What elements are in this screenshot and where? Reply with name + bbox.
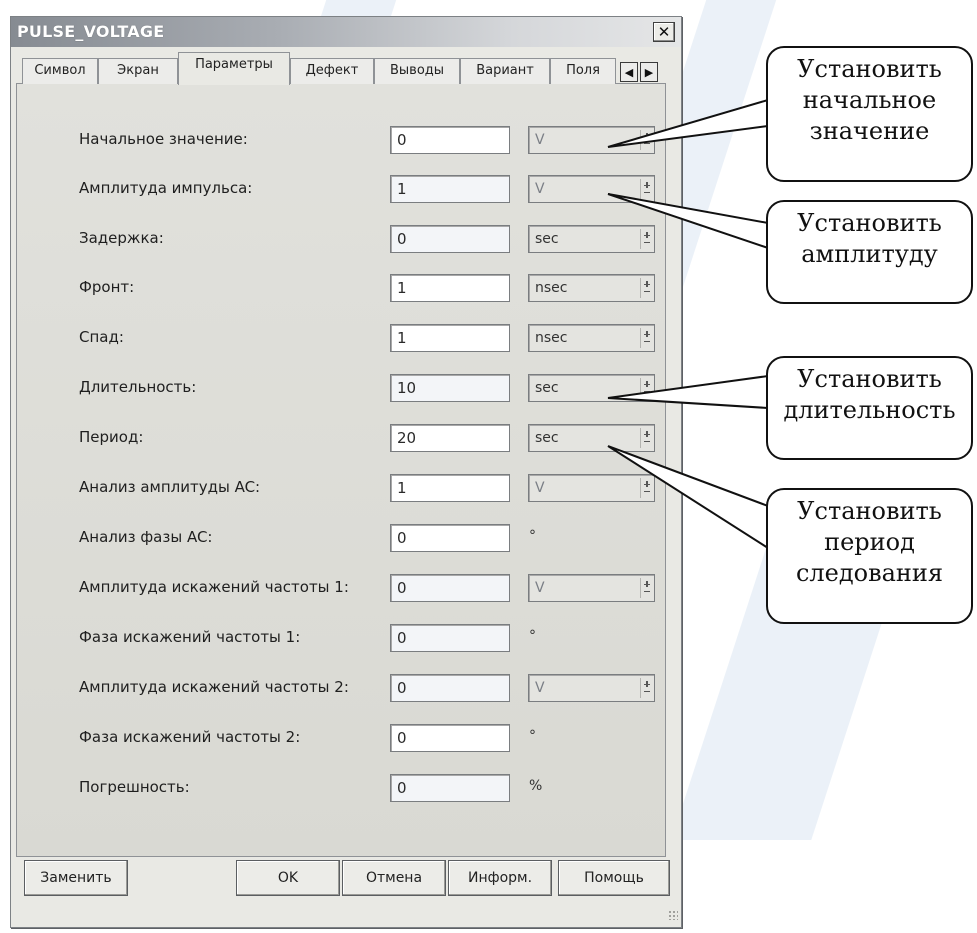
param-label: Период: bbox=[79, 428, 144, 446]
unit-label: ° bbox=[529, 528, 536, 544]
callout-line: начальное bbox=[802, 86, 937, 114]
unit-label: sec bbox=[535, 231, 559, 247]
initial-value-input[interactable]: 0 bbox=[390, 126, 510, 154]
spinner-icon[interactable] bbox=[640, 328, 652, 348]
param-label: Амплитуда искажений частоты 2: bbox=[79, 678, 349, 696]
duration-input[interactable]: 10 bbox=[390, 374, 510, 402]
spinner-icon[interactable] bbox=[640, 179, 652, 199]
callout-initial-value: Установить начальное значение bbox=[766, 46, 973, 182]
unit-label: V bbox=[535, 132, 545, 148]
tab-strip: Символ Экран Параметры Дефект Выводы Вар… bbox=[16, 52, 666, 85]
param-label: Фронт: bbox=[79, 278, 135, 296]
amplitude-input[interactable]: 1 bbox=[390, 175, 510, 203]
unit-label: sec bbox=[535, 430, 559, 446]
param-label: Анализ фазы AC: bbox=[79, 528, 213, 546]
callout-period: Установить период следования bbox=[766, 488, 973, 624]
rise-input[interactable]: 1 bbox=[390, 274, 510, 302]
unit-label: nsec bbox=[535, 280, 568, 296]
unit-label: % bbox=[529, 778, 543, 794]
replace-button[interactable]: Заменить bbox=[24, 860, 128, 896]
spinner-icon[interactable] bbox=[640, 678, 652, 698]
close-button[interactable]: ✕ bbox=[653, 22, 675, 42]
spinner-icon[interactable] bbox=[640, 478, 652, 498]
tab-scroll-right-button[interactable]: ▶ bbox=[640, 62, 658, 82]
spinner-icon[interactable] bbox=[640, 130, 652, 150]
spinner-icon[interactable] bbox=[640, 378, 652, 398]
callout-line: Установить bbox=[797, 365, 942, 393]
callout-duration: Установить длительность bbox=[766, 356, 973, 460]
fall-input[interactable]: 1 bbox=[390, 324, 510, 352]
callout-line: длительность bbox=[783, 396, 956, 424]
arrow-right-icon: ▶ bbox=[644, 65, 654, 79]
ac-amplitude-input[interactable]: 1 bbox=[390, 474, 510, 502]
tab-defect[interactable]: Дефект bbox=[290, 58, 374, 84]
callout-line: Установить bbox=[797, 55, 942, 83]
unit-label: V bbox=[535, 480, 545, 496]
param-label: Длительность: bbox=[79, 378, 197, 396]
resize-grip-icon[interactable] bbox=[668, 910, 678, 920]
close-icon: ✕ bbox=[657, 23, 671, 41]
callout-line: значение bbox=[809, 117, 930, 145]
unit-select[interactable]: V bbox=[528, 674, 655, 702]
callout-line: следования bbox=[795, 559, 944, 587]
spinner-icon[interactable] bbox=[640, 278, 652, 298]
unit-select[interactable]: V bbox=[528, 474, 655, 502]
param-label: Амплитуда искажений частоты 1: bbox=[79, 578, 349, 596]
arrow-left-icon: ◀ bbox=[624, 65, 634, 79]
unit-select[interactable]: sec bbox=[528, 424, 655, 452]
unit-select[interactable]: sec bbox=[528, 225, 655, 253]
spinner-icon[interactable] bbox=[640, 229, 652, 249]
delay-input[interactable]: 0 bbox=[390, 225, 510, 253]
param-label: Погрешность: bbox=[79, 778, 190, 796]
distortion-phase-2-input[interactable]: 0 bbox=[390, 724, 510, 752]
tab-parameters[interactable]: Параметры bbox=[178, 52, 290, 85]
title-bar: PULSE_VOLTAGE ✕ bbox=[11, 17, 681, 47]
tab-scroll-left-button[interactable]: ◀ bbox=[620, 62, 638, 82]
callout-line: период bbox=[824, 528, 915, 556]
ac-phase-input[interactable]: 0 bbox=[390, 524, 510, 552]
tab-screen[interactable]: Экран bbox=[98, 58, 178, 84]
spinner-icon[interactable] bbox=[640, 578, 652, 598]
callout-line: Установить bbox=[797, 497, 942, 525]
unit-select[interactable]: V bbox=[528, 126, 655, 154]
param-label: Амплитуда импульса: bbox=[79, 179, 253, 197]
unit-select[interactable]: nsec bbox=[528, 274, 655, 302]
ok-button[interactable]: OK bbox=[236, 860, 340, 896]
callout-line: Установить bbox=[797, 209, 942, 237]
cancel-button[interactable]: Отмена bbox=[342, 860, 446, 896]
distortion-amplitude-2-input[interactable]: 0 bbox=[390, 674, 510, 702]
unit-select[interactable]: V bbox=[528, 574, 655, 602]
distortion-phase-1-input[interactable]: 0 bbox=[390, 624, 510, 652]
spinner-icon[interactable] bbox=[640, 428, 652, 448]
period-input[interactable]: 20 bbox=[390, 424, 510, 452]
tab-symbol[interactable]: Символ bbox=[22, 58, 98, 84]
window-title: PULSE_VOLTAGE bbox=[17, 22, 165, 41]
tab-variant[interactable]: Вариант bbox=[460, 58, 550, 84]
tab-pins[interactable]: Выводы bbox=[374, 58, 460, 84]
param-label: Спад: bbox=[79, 328, 124, 346]
unit-label: ° bbox=[529, 728, 536, 744]
parameters-panel: Начальное значение: 0 V Амплитуда импуль… bbox=[16, 84, 666, 857]
unit-label: V bbox=[535, 580, 545, 596]
unit-label: sec bbox=[535, 380, 559, 396]
param-label: Анализ амплитуды AC: bbox=[79, 478, 261, 496]
param-label: Начальное значение: bbox=[79, 130, 248, 148]
callout-amplitude: Установить амплитуду bbox=[766, 200, 973, 304]
unit-label: ° bbox=[529, 628, 536, 644]
param-label: Фаза искажений частоты 2: bbox=[79, 728, 301, 746]
help-button[interactable]: Помощь bbox=[558, 860, 670, 896]
unit-label: nsec bbox=[535, 330, 568, 346]
tab-fields[interactable]: Поля bbox=[550, 58, 616, 84]
unit-select[interactable]: nsec bbox=[528, 324, 655, 352]
unit-label: V bbox=[535, 181, 545, 197]
tolerance-input[interactable]: 0 bbox=[390, 774, 510, 802]
distortion-amplitude-1-input[interactable]: 0 bbox=[390, 574, 510, 602]
param-label: Фаза искажений частоты 1: bbox=[79, 628, 301, 646]
unit-select[interactable]: V bbox=[528, 175, 655, 203]
info-button[interactable]: Информ. bbox=[448, 860, 552, 896]
unit-label: V bbox=[535, 680, 545, 696]
callout-line: амплитуду bbox=[801, 240, 938, 268]
param-label: Задержка: bbox=[79, 229, 164, 247]
unit-select[interactable]: sec bbox=[528, 374, 655, 402]
